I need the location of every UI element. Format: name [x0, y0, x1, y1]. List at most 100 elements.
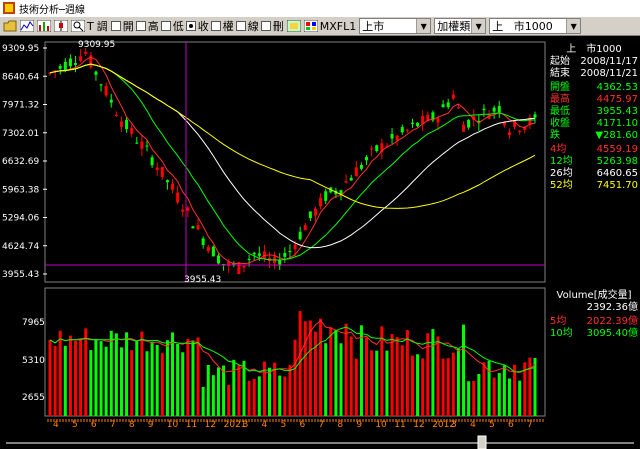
palette-icon[interactable] — [303, 18, 319, 34]
volume-bar — [421, 358, 425, 416]
adjust-label[interactable]: 調 — [97, 18, 108, 34]
volume-bar — [482, 362, 486, 416]
time-scrollbar[interactable] — [0, 435, 640, 449]
info-panel: 上 市1000 起始 2008/11/17 結束 2008/11/21 開盤 4362… — [546, 44, 640, 294]
index-name: 上 市1000 — [566, 44, 622, 55]
candle-body — [462, 124, 466, 132]
x-axis: 4 5 6 7 8 9 10 11 12 20213 4 5 6 7 8 9 10 11 12 20123 4 5 6 7 — [47, 419, 544, 430]
volume-bar — [370, 350, 374, 416]
volume-bar — [206, 364, 210, 416]
candle-body — [247, 258, 251, 260]
candle-body — [135, 142, 139, 144]
chart-line-icon[interactable] — [19, 18, 35, 34]
low-checkbox[interactable]: 低 — [160, 18, 184, 34]
candle-body — [492, 107, 496, 112]
candle-body — [319, 197, 323, 207]
volume-bar — [354, 358, 358, 416]
volume-bar — [181, 352, 185, 416]
window-title: 技術分析─週線 — [19, 4, 86, 16]
candle-body — [344, 181, 348, 183]
candle-body — [160, 166, 164, 178]
candle-body — [84, 51, 88, 54]
candle-body — [196, 225, 200, 230]
candle-body — [416, 122, 420, 127]
symbol-code[interactable]: MXFL1 — [320, 20, 356, 33]
volume-bar — [329, 326, 333, 416]
volume-bar — [283, 376, 287, 416]
candle-body — [211, 246, 215, 257]
candle-body — [482, 108, 486, 111]
index-select[interactable]: 上 市1000 ▼ — [489, 18, 582, 34]
volume-bar — [339, 343, 343, 416]
volume-bar — [135, 340, 139, 416]
volume-bar — [528, 357, 532, 416]
volume-bar — [48, 339, 52, 416]
price-tick-label: 5963.38 — [2, 185, 39, 195]
high-checkbox[interactable]: 高 — [135, 18, 159, 34]
candle-icon[interactable] — [53, 18, 69, 34]
category-select[interactable]: 加權類 ▼ — [434, 18, 487, 34]
price-tick-label: 9309.95 — [2, 44, 39, 54]
volume-bar — [426, 333, 430, 416]
delete-checkbox[interactable]: 刪 — [260, 18, 284, 34]
volume-bar — [303, 321, 307, 416]
volume-bar — [293, 339, 297, 416]
volume-bar — [58, 330, 62, 416]
volume-bar — [319, 318, 323, 416]
zoom-icon[interactable] — [70, 18, 86, 34]
ma4-row: 4均 4559.19 — [550, 144, 638, 155]
volume-bar — [467, 381, 471, 416]
chevron-down-icon: ▼ — [566, 19, 581, 33]
candle-body — [370, 148, 374, 150]
volume-bar — [349, 336, 353, 416]
candle-body — [74, 63, 78, 65]
rights-checkbox[interactable]: 權 — [210, 18, 234, 34]
volume-bar — [278, 375, 282, 416]
candle-body — [349, 177, 353, 181]
candle-body — [216, 255, 220, 264]
candle-body — [293, 244, 297, 250]
candle-body — [140, 141, 144, 149]
open-checkbox[interactable]: 開 — [110, 18, 134, 34]
candle-body — [533, 114, 537, 118]
volume-bar — [74, 340, 78, 416]
volume-bar — [324, 343, 328, 416]
candle-body — [58, 66, 62, 69]
volume-bar — [211, 375, 215, 416]
volume-bar — [176, 344, 180, 416]
volume-bar — [334, 330, 338, 416]
candle-body — [176, 192, 180, 203]
close-checkbox[interactable]: 收 — [185, 18, 209, 34]
candle-body — [206, 246, 210, 252]
volume-bar — [472, 380, 476, 416]
line-checkbox[interactable]: 線 — [235, 18, 259, 34]
volume-bar — [477, 373, 481, 416]
candle-body — [313, 208, 317, 216]
volume-bar — [436, 336, 440, 416]
candle-body — [79, 56, 83, 62]
candle-body — [252, 252, 256, 255]
volume-bar — [344, 323, 348, 416]
folder-icon[interactable] — [2, 18, 18, 34]
t-label[interactable]: T — [87, 20, 94, 33]
moving-averages — [49, 56, 536, 265]
market-select[interactable]: 上市 ▼ — [359, 18, 432, 34]
volume-bar — [150, 341, 154, 416]
volume-bar — [497, 373, 501, 416]
volume-bar — [252, 378, 256, 416]
candle-body — [257, 253, 261, 256]
volume-bar — [268, 367, 272, 416]
chart-bar-icon[interactable] — [36, 18, 52, 34]
volume-ma5: 5均 2022.39億 — [550, 316, 638, 327]
volume-bar — [89, 350, 93, 416]
volume-bar — [227, 385, 231, 416]
price-volume-chart[interactable]: 9309.95 8640.64 7971.32 7302.01 6632.69 5963.… — [0, 36, 546, 435]
settings-icon[interactable] — [286, 18, 302, 34]
volume-bar — [186, 338, 190, 416]
candles — [48, 48, 537, 275]
volume-bar — [68, 335, 72, 416]
candle-body — [130, 127, 134, 134]
ma26-line — [49, 63, 536, 249]
volume-bar — [359, 325, 363, 416]
volume-bar — [196, 337, 200, 416]
